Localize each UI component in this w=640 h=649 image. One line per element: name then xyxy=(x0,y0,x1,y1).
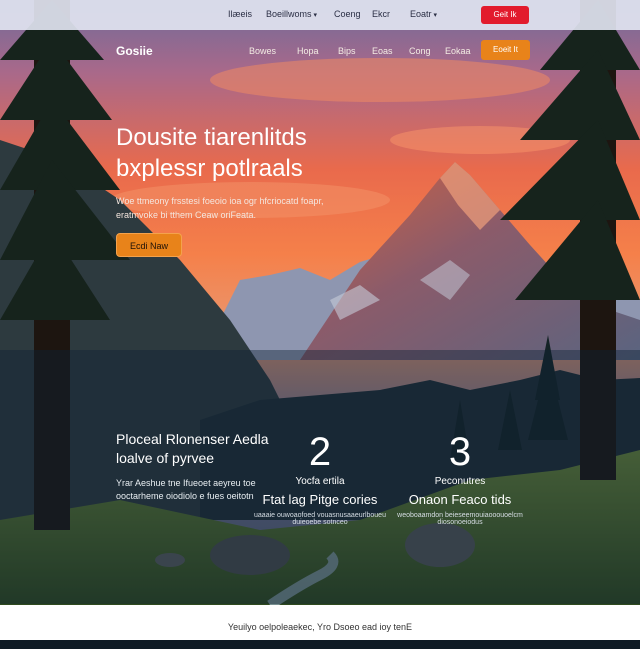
topbar-cta-button[interactable]: Geit Ik xyxy=(481,6,529,24)
nav-link-2[interactable]: Hopa xyxy=(297,46,319,56)
chevron-down-icon: ▾ xyxy=(313,12,318,19)
topbar-link-4[interactable]: Ekcr xyxy=(372,9,390,19)
hero-cta-button[interactable]: Ecdi Naw xyxy=(116,233,182,257)
top-utility-bar: Ilæeis Boeillwoms ▾ Coeng Ekcr Eoatr ▾ Gei… xyxy=(0,0,640,30)
stat-title-1: Ftat lag Pitge cories xyxy=(262,492,378,507)
topbar-link-2-label: Boeillwoms xyxy=(266,9,312,19)
topbar-link-3[interactable]: Coeng xyxy=(334,9,361,19)
stats-heading: Ploceal Rlonenser Aedla loalve of pyrvee xyxy=(116,430,269,468)
stat-number-2: 3 xyxy=(448,430,472,474)
hero-title-line-2: bxplessr potlraals xyxy=(116,155,303,182)
hero-title-line-1: Dousite tiarenlitds xyxy=(116,124,307,151)
stats-heading-line-2: loalve of pyrvee xyxy=(116,450,215,466)
hero-title: Dousite tiarenlitds bxplessr potlraals xyxy=(116,122,307,184)
hero-subtitle: Woe ttmeony frsstesi foeoio ioa ogr hfcr… xyxy=(116,196,324,220)
stat-number-1: 2 xyxy=(308,430,332,474)
nav-link-4[interactable]: Eoas xyxy=(372,46,393,56)
topbar-link-2[interactable]: Boeillwoms ▾ xyxy=(266,9,317,19)
nav-link-1[interactable]: Bowes xyxy=(249,46,276,56)
nav-cta-button[interactable]: Eoeit It xyxy=(481,40,530,60)
stat-label-2: Peconutres xyxy=(434,476,486,487)
stats-body-text: Yrar Aeshue tne Ifueoet aeyreu toe oocta… xyxy=(116,478,256,501)
stat-detail-1: uaaaie ouwoaofoed vouasnusaaeurlboueu du… xyxy=(254,512,386,526)
chevron-down-icon: ▾ xyxy=(433,12,438,19)
nav-link-3[interactable]: Bips xyxy=(338,46,356,56)
footer-text: Yeuilyo oelpoleaekec, Yro Dsoeo ead ioy … xyxy=(227,622,413,632)
nav-link-5[interactable]: Cong xyxy=(409,46,431,56)
nav-link-6[interactable]: Eokaa xyxy=(445,46,471,56)
topbar-link-5[interactable]: Eoatr ▾ xyxy=(410,9,437,19)
stats-heading-line-1: Ploceal Rlonenser Aedla xyxy=(116,431,269,447)
topbar-link-1[interactable]: Ilæeis xyxy=(228,9,252,19)
brand-logo[interactable]: Gosiie xyxy=(116,44,153,58)
stat-label-1: Yocfa ertila xyxy=(295,476,345,487)
footer: Yeuilyo oelpoleaekec, Yro Dsoeo ead ioy … xyxy=(0,605,640,640)
stat-detail-2: weoboaamdon beieseemouiaooouoelcm dioson… xyxy=(397,512,523,526)
stat-title-2: Onaon Feaco tids xyxy=(408,492,512,507)
topbar-link-5-label: Eoatr xyxy=(410,9,432,19)
